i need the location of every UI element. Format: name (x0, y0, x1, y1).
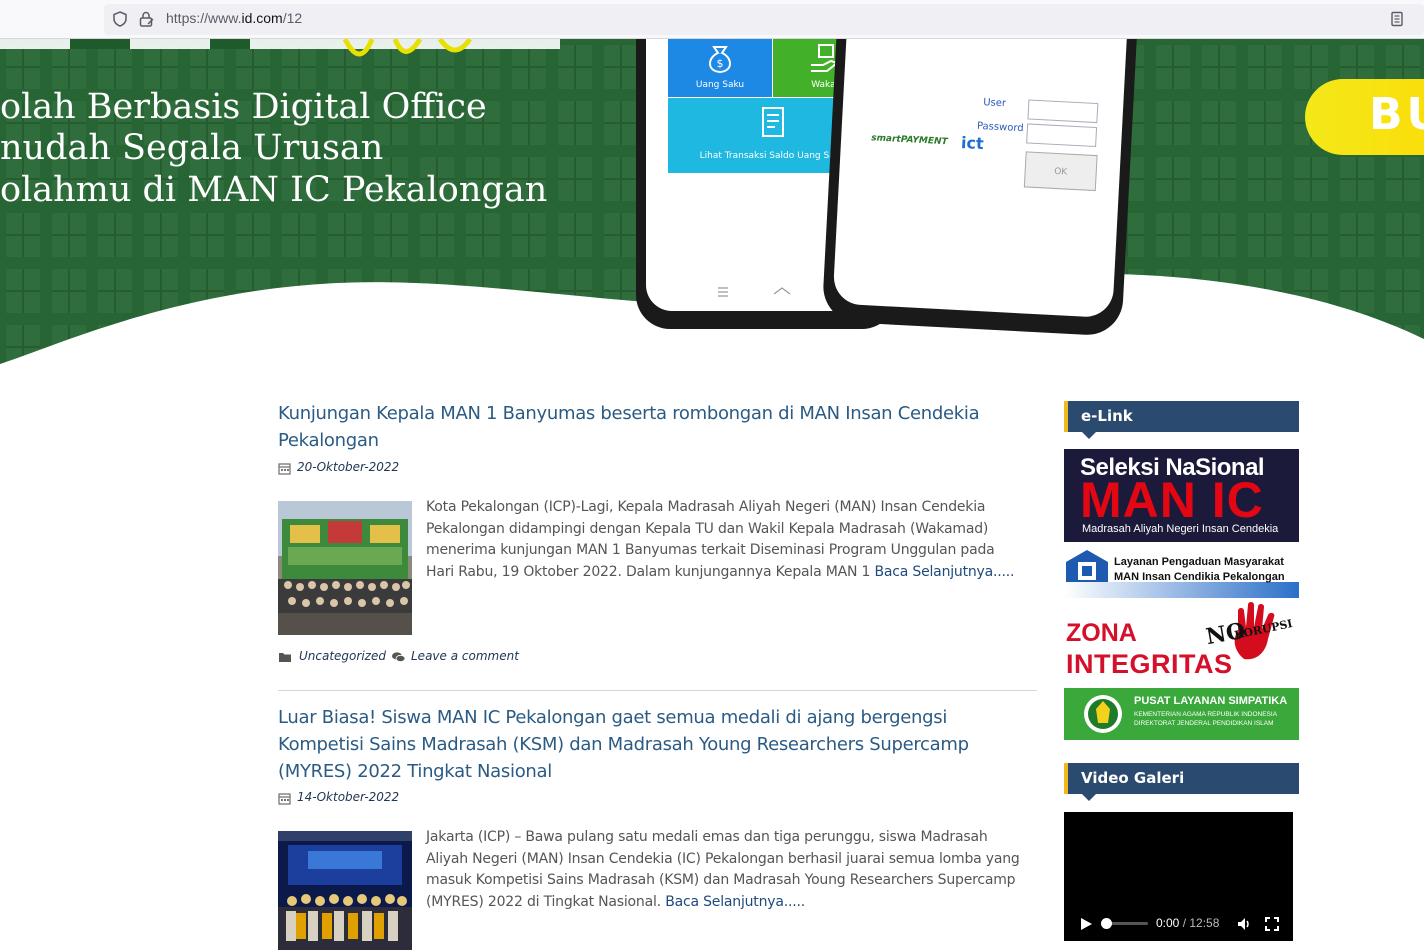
volume-icon[interactable] (1236, 916, 1252, 932)
hero-line-3: olahmu di MAN IC Pekalongan (0, 170, 548, 210)
simpatika-line-2: KEMENTERIAN AGAMA REPUBLIK INDONESIA (1134, 711, 1278, 718)
login-user-label: User (982, 97, 1007, 110)
kemenag-emblem-icon (1084, 695, 1122, 733)
post-excerpt: Kota Pekalongan (ICP)-Lagi, Kepala Madra… (426, 499, 1015, 580)
calendar-icon (278, 793, 291, 805)
post-title[interactable]: Luar Biasa! Siswa MAN IC Pekalongan gaet… (278, 704, 1038, 785)
fullscreen-icon[interactable] (1264, 916, 1280, 932)
hero-banner: olah Berbasis Digital Office nudah Segal… (0, 39, 1424, 364)
video-progress-handle[interactable] (1101, 918, 1112, 929)
post-comment-link[interactable]: Leave a comment (411, 649, 519, 663)
ict-logo: ict (960, 132, 985, 154)
login-ok-button: OK (1023, 151, 1098, 192)
phone-nav-icon (718, 287, 791, 297)
reader-view-icon[interactable] (1388, 10, 1406, 28)
receipt-icon (761, 107, 784, 137)
hero-cta-button[interactable]: BU (1305, 79, 1424, 155)
svg-text:$: $ (717, 57, 724, 70)
comment-icon (392, 652, 406, 663)
browser-toolbar: https://www.id.com/12 (0, 0, 1424, 39)
post-article: Kunjungan Kepala MAN 1 Banyumas beserta … (278, 400, 1038, 454)
video-time: 0:00 / 12:58 (1156, 916, 1220, 930)
login-user-field (1027, 99, 1099, 124)
post-excerpt: Jakarta (ICP) – Bawa pulang satu medali … (426, 829, 1020, 910)
post-thumbnail[interactable] (278, 501, 412, 635)
pengaduan-line-2: MAN Insan Cendikia Pekalongan (1114, 571, 1285, 583)
zona-line-2: INTEGRITAS (1066, 649, 1233, 679)
widget-title-video: Video Galeri (1064, 763, 1299, 801)
simpatika-line-1: PUSAT LAYANAN SIMPATIKA (1134, 695, 1288, 707)
post-title[interactable]: Kunjungan Kepala MAN 1 Banyumas beserta … (278, 400, 1038, 454)
calendar-icon (278, 463, 291, 475)
post-category[interactable]: Uncategorized (299, 649, 386, 663)
simpatika-line-3: DIREKTORAT JENDERAL PENDIDIKAN ISLAM (1134, 720, 1274, 727)
post-article: Luar Biasa! Siswa MAN IC Pekalongan gaet… (278, 704, 1038, 785)
read-more-link[interactable]: Baca Selanjutnya..... (874, 564, 1014, 580)
video-player[interactable]: 0:00 / 12:58 (1064, 812, 1293, 941)
post-divider (278, 690, 1037, 691)
money-bag-icon: $ (709, 46, 731, 74)
banner-seleksi-nasional[interactable]: Seleksi NaSional MAN IC Madrasah Aliyah … (1064, 449, 1299, 542)
zona-line-1: ZONA (1066, 619, 1137, 647)
login-password-label: Password (976, 120, 1024, 135)
banner-zona-integritas[interactable]: ZONA INTEGRITAS NO KORUPSI (1064, 601, 1299, 685)
post-date[interactable]: 14-Oktober-2022 (297, 790, 399, 804)
phone-mockup-right: User Password smartPAYMENT ict OK (821, 39, 1139, 337)
pengaduan-line-1: Layanan Pengaduan Masyarakat (1114, 556, 1284, 568)
url-text[interactable]: https://www.id.com/12 (166, 10, 302, 26)
lock-icon[interactable] (137, 10, 155, 28)
login-password-field (1026, 123, 1098, 148)
banner-simpatika[interactable]: PUSAT LAYANAN SIMPATIKA KEMENTERIAN AGAM… (1064, 688, 1299, 740)
pengaduan-stripe (1064, 582, 1299, 598)
hero-line-2: nudah Segala Urusan (0, 128, 384, 168)
shield-icon[interactable] (111, 10, 129, 28)
uang-saku-tile: $ Uang Saku (668, 39, 772, 97)
seleksi-main-text: MAN IC (1080, 472, 1264, 528)
banner-layanan-pengaduan[interactable]: Layanan Pengaduan Masyarakat MAN Insan C… (1064, 546, 1299, 598)
play-icon[interactable] (1078, 916, 1094, 932)
widget-title-elink: e-Link (1064, 401, 1299, 439)
smartpayment-logo: smartPAYMENT (870, 133, 948, 148)
post-thumbnail[interactable] (278, 831, 412, 950)
post-date[interactable]: 20-Oktober-2022 (297, 460, 399, 474)
folder-icon (279, 653, 291, 662)
read-more-link[interactable]: Baca Selanjutnya..... (665, 894, 805, 910)
hero-line-1: olah Berbasis Digital Office (0, 87, 487, 127)
seleksi-subtitle: Madrasah Aliyah Negeri Insan Cendekia (1082, 523, 1279, 535)
video-progress-bar[interactable] (1101, 918, 1148, 929)
